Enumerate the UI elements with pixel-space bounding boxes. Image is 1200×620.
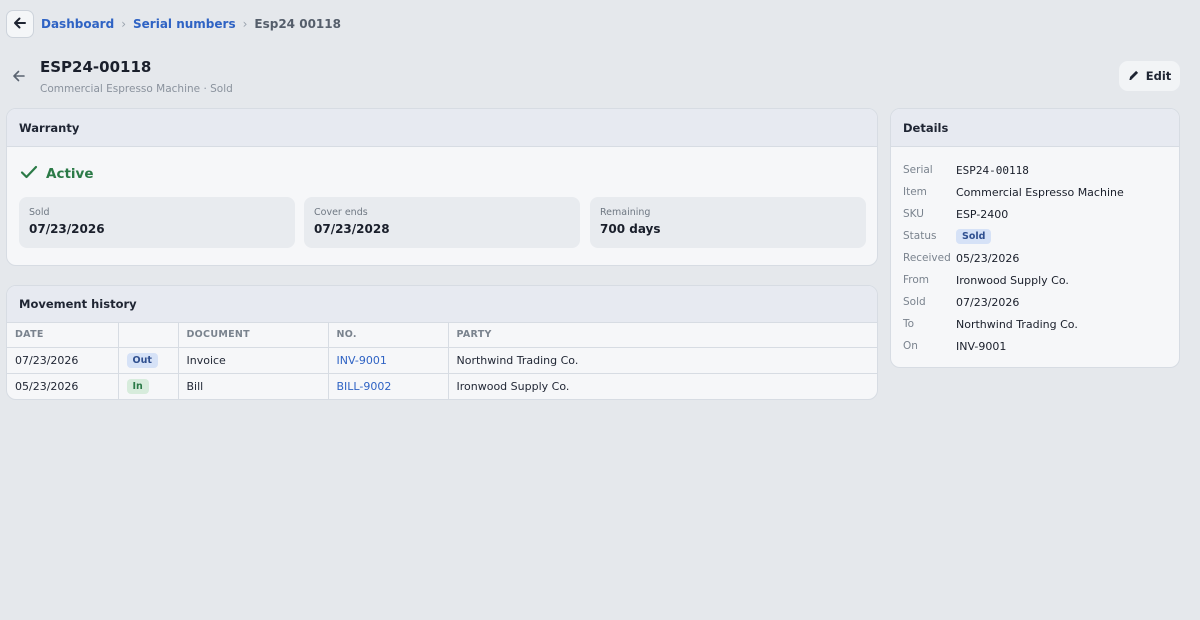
column-header-document: DOCUMENT	[178, 323, 329, 348]
direction-badge: Out	[126, 352, 158, 368]
detail-value: 05/23/2026	[956, 251, 1020, 265]
document-link[interactable]: BILL-9002	[337, 380, 392, 393]
breadcrumb: Dashboard › Serial numbers › Esp24 00118	[41, 16, 341, 32]
detail-row-to: To Northwind Trading Co.	[903, 313, 1167, 335]
stat-value: 07/23/2028	[314, 222, 390, 236]
cell-direction: In	[118, 373, 179, 399]
page-title: ESP24-00118	[40, 58, 152, 76]
column-header-date: DATE	[7, 323, 119, 348]
detail-label: Status	[903, 230, 937, 242]
arrow-left-icon	[12, 68, 26, 87]
detail-label: SKU	[903, 208, 924, 220]
detail-row-from: From Ironwood Supply Co.	[903, 269, 1167, 291]
stat-cover-ends: Cover ends 07/23/2028	[304, 197, 580, 248]
table-row: 05/23/2026 In Bill BILL-9002 Ironwood Su…	[7, 373, 877, 399]
cell-no: BILL-9002	[328, 373, 449, 399]
cell-date: 05/23/2026	[7, 373, 119, 399]
detail-label: On	[903, 340, 918, 352]
detail-label: From	[903, 274, 930, 286]
pencil-icon	[1128, 69, 1140, 84]
breadcrumb-dashboard[interactable]: Dashboard	[41, 17, 114, 31]
stat-label: Cover ends	[314, 207, 368, 218]
nav-back-button[interactable]	[6, 10, 34, 38]
detail-row-received: Received 05/23/2026	[903, 247, 1167, 269]
table-row: 07/23/2026 Out Invoice INV-9001 Northwin…	[7, 347, 877, 374]
cell-direction: Out	[118, 347, 179, 374]
document-link[interactable]: INV-9001	[337, 354, 387, 367]
details-card-title: Details	[891, 109, 1179, 147]
detail-row-sold: Sold 07/23/2026	[903, 291, 1167, 313]
chevron-right-icon: ›	[121, 17, 126, 31]
page-subtitle: Commercial Espresso Machine · Sold	[40, 83, 233, 95]
cell-date: 07/23/2026	[7, 347, 119, 374]
status-badge: Sold	[956, 228, 992, 244]
breadcrumb-serial-numbers[interactable]: Serial numbers	[133, 17, 236, 31]
column-header-direction	[118, 323, 179, 348]
cell-document: Invoice	[178, 347, 329, 374]
details-list: Serial ESP24-00118 Item Commercial Espre…	[891, 147, 1179, 357]
stat-label: Remaining	[600, 207, 651, 218]
details-card: Details Serial ESP24-00118 Item Commerci…	[890, 108, 1180, 368]
page-back-button[interactable]	[10, 68, 28, 86]
warranty-card: Warranty Active Sold 07/23/2026 Cover en…	[6, 108, 878, 266]
invoice-link[interactable]: INV-9001	[956, 340, 1006, 353]
edit-button[interactable]: Edit	[1119, 61, 1180, 91]
detail-label: To	[903, 318, 915, 330]
detail-value: 07/23/2026	[956, 295, 1020, 309]
arrow-left-icon	[13, 15, 27, 34]
detail-label: Serial	[903, 164, 933, 176]
movement-history-card: Movement history DATE DOCUMENT NO. PARTY…	[6, 285, 878, 400]
direction-badge: In	[126, 378, 149, 394]
table-header-row: DATE DOCUMENT NO. PARTY	[7, 323, 877, 348]
stat-remaining: Remaining 700 days	[590, 197, 866, 248]
stat-label: Sold	[29, 207, 50, 218]
column-header-no: NO.	[328, 323, 449, 348]
stat-sold: Sold 07/23/2026	[19, 197, 295, 248]
cell-no: INV-9001	[328, 347, 449, 374]
customer-link[interactable]: Northwind Trading Co.	[956, 318, 1078, 331]
detail-label: Item	[903, 186, 927, 198]
column-header-party: PARTY	[448, 323, 877, 348]
supplier-link[interactable]: Ironwood Supply Co.	[956, 274, 1069, 287]
check-icon	[20, 165, 38, 183]
stat-value: 700 days	[600, 222, 661, 236]
detail-value: ESP24-00118	[956, 163, 1029, 177]
edit-button-label: Edit	[1145, 69, 1172, 83]
warranty-status: Active	[20, 165, 94, 183]
warranty-status-label: Active	[46, 166, 94, 182]
movement-table: DATE DOCUMENT NO. PARTY 07/23/2026 Out I…	[7, 323, 877, 399]
cell-document: Bill	[178, 373, 329, 399]
detail-value: ESP-2400	[956, 207, 1009, 221]
detail-label: Received	[903, 252, 951, 264]
detail-row-item: Item Commercial Espresso Machine	[903, 181, 1167, 203]
detail-row-serial: Serial ESP24-00118	[903, 159, 1167, 181]
detail-row-sku: SKU ESP-2400	[903, 203, 1167, 225]
cell-party: Northwind Trading Co.	[448, 347, 877, 374]
detail-row-on: On INV-9001	[903, 335, 1167, 357]
cell-party: Ironwood Supply Co.	[448, 373, 877, 399]
stat-value: 07/23/2026	[29, 222, 105, 236]
detail-value: Commercial Espresso Machine	[956, 185, 1124, 199]
top-bar: Dashboard › Serial numbers › Esp24 00118	[0, 0, 1200, 48]
breadcrumb-current: Esp24 00118	[254, 17, 341, 31]
movement-history-title: Movement history	[7, 286, 877, 323]
detail-row-status: Status Sold	[903, 225, 1167, 247]
warranty-card-title: Warranty	[7, 109, 877, 147]
chevron-right-icon: ›	[242, 17, 248, 31]
detail-label: Sold	[903, 296, 926, 308]
